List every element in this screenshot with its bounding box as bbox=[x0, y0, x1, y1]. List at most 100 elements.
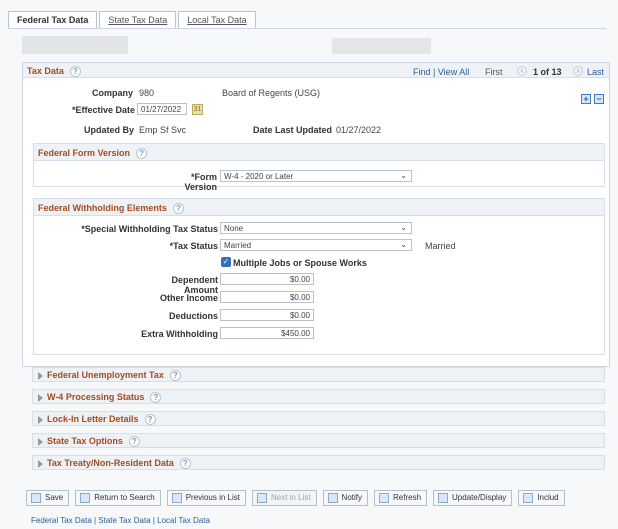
previous-icon bbox=[171, 493, 182, 503]
next-icon bbox=[256, 493, 267, 503]
question-icon[interactable]: ? bbox=[128, 436, 140, 448]
footer-links[interactable]: Federal Tax Data | State Tax Data | Loca… bbox=[31, 516, 210, 525]
other-income-label: Other Income bbox=[159, 293, 218, 303]
chevron-down-icon: ⌄ bbox=[400, 171, 407, 180]
effective-date-input[interactable]: 01/27/2022 bbox=[137, 103, 187, 115]
next-in-list-button[interactable]: Next in List bbox=[251, 490, 317, 506]
special-withholding-value: None bbox=[224, 224, 244, 233]
next-label: Next in List bbox=[270, 493, 311, 502]
save-label: Save bbox=[45, 493, 64, 502]
tax-data-title: Tax Data? bbox=[27, 66, 81, 78]
lock-in-letter-label: Lock-In Letter Details bbox=[47, 414, 139, 424]
include-history-button[interactable]: Includ bbox=[518, 490, 565, 506]
action-toolbar: Save Return to Search Previous in List N… bbox=[26, 490, 571, 506]
include-icon bbox=[523, 493, 534, 503]
check-icon[interactable]: ✓ bbox=[221, 257, 231, 267]
federal-form-version-title: Federal Form Version bbox=[38, 148, 131, 158]
question-icon[interactable]: ? bbox=[150, 392, 162, 404]
state-tax-options-label: State Tax Options bbox=[47, 436, 123, 446]
tab-federal-label: Federal Tax Data bbox=[17, 15, 89, 25]
last-link[interactable]: Last bbox=[587, 67, 604, 77]
notify-button[interactable]: Notify bbox=[322, 490, 368, 506]
tax-data-header: Tax Data? Find | View All First ‹ 1 of 1… bbox=[23, 63, 609, 78]
question-icon[interactable]: ? bbox=[172, 203, 184, 215]
federal-unemployment-tax-section[interactable]: Federal Unemployment Tax? bbox=[32, 367, 605, 382]
tab-local-tax-data[interactable]: Local Tax Data bbox=[178, 11, 256, 29]
other-income-input[interactable]: $0.00 bbox=[220, 291, 314, 303]
deductions-label: Deductions bbox=[168, 311, 218, 321]
tab-local-label: Local Tax Data bbox=[187, 15, 247, 25]
w4-processing-status-section[interactable]: W-4 Processing Status? bbox=[32, 389, 605, 404]
question-icon[interactable]: ? bbox=[144, 414, 156, 426]
update-icon bbox=[438, 493, 449, 503]
state-tax-options-section[interactable]: State Tax Options? bbox=[32, 433, 605, 448]
dependent-amount-input[interactable]: $0.00 bbox=[220, 273, 314, 285]
multiple-jobs-label: Multiple Jobs or Spouse Works bbox=[233, 258, 367, 268]
save-icon bbox=[31, 493, 41, 503]
federal-withholding-section: Federal Withholding Elements? *Special W… bbox=[33, 198, 605, 355]
form-version-label: *Form Version bbox=[184, 172, 217, 192]
extra-withholding-label: Extra Withholding bbox=[141, 329, 218, 339]
redacted-id bbox=[332, 38, 431, 54]
minus-icon[interactable]: − bbox=[594, 94, 604, 104]
notify-icon bbox=[327, 493, 338, 503]
date-last-updated-value: 01/27/2022 bbox=[336, 125, 382, 135]
triangle-right-icon bbox=[38, 438, 43, 446]
question-icon[interactable]: ? bbox=[136, 148, 148, 160]
w4-processing-label: W-4 Processing Status bbox=[47, 392, 145, 402]
tax-status-select[interactable]: Married ⌄ bbox=[220, 239, 412, 251]
tab-federal-tax-data[interactable]: Federal Tax Data bbox=[8, 11, 98, 29]
tab-divider bbox=[8, 28, 606, 29]
return-to-search-button[interactable]: Return to Search bbox=[75, 490, 161, 506]
update-display-button[interactable]: Update/Display bbox=[433, 490, 513, 506]
tax-status-value: Married bbox=[224, 241, 252, 250]
question-icon[interactable]: ? bbox=[179, 458, 191, 470]
first-link[interactable]: First bbox=[485, 67, 503, 77]
special-withholding-label: *Special Withholding Tax Status bbox=[81, 224, 218, 234]
notify-label: Notify bbox=[341, 493, 362, 502]
refresh-icon bbox=[379, 493, 389, 503]
form-version-select[interactable]: W-4 - 2020 or Later ⌄ bbox=[220, 170, 412, 182]
updated-by-value: Emp Sf Svc bbox=[139, 125, 187, 135]
redacted-name bbox=[22, 36, 128, 54]
triangle-right-icon bbox=[38, 460, 43, 468]
tab-state-tax-data[interactable]: State Tax Data bbox=[99, 11, 177, 29]
plus-icon[interactable]: + bbox=[581, 94, 591, 104]
federal-form-version-section: Federal Form Version? *Form Version W-4 … bbox=[33, 143, 605, 192]
tab-state-label: State Tax Data bbox=[108, 15, 168, 25]
dependent-amount-label: Dependent Amount bbox=[171, 275, 218, 295]
record-count: 1 of 13 bbox=[533, 67, 562, 77]
calendar-icon[interactable]: 31 bbox=[192, 104, 203, 115]
company-value: 980 bbox=[139, 88, 155, 98]
question-icon[interactable]: ? bbox=[169, 370, 181, 382]
refresh-button[interactable]: Refresh bbox=[374, 490, 428, 506]
federal-withholding-header: Federal Withholding Elements? bbox=[34, 199, 604, 216]
tax-treaty-section[interactable]: Tax Treaty/Non-Resident Data? bbox=[32, 455, 605, 470]
tax-status-label: *Tax Status bbox=[169, 241, 218, 251]
federal-withholding-title: Federal Withholding Elements bbox=[38, 203, 167, 213]
right-arrow-icon[interactable]: › bbox=[573, 66, 583, 76]
deductions-input[interactable]: $0.00 bbox=[220, 309, 314, 321]
include-label: Includ bbox=[537, 493, 559, 502]
triangle-right-icon bbox=[38, 372, 43, 380]
left-arrow-icon[interactable]: ‹ bbox=[517, 66, 527, 76]
triangle-right-icon bbox=[38, 394, 43, 402]
tax-data-panel: Tax Data? Find | View All First ‹ 1 of 1… bbox=[22, 62, 610, 367]
previous-label: Previous in List bbox=[185, 493, 240, 502]
effective-date-label: *Effective Date bbox=[71, 105, 135, 115]
update-label: Update/Display bbox=[452, 493, 507, 502]
question-icon[interactable]: ? bbox=[69, 66, 81, 78]
extra-withholding-input[interactable]: $450.00 bbox=[220, 327, 314, 339]
return-label: Return to Search bbox=[94, 493, 155, 502]
special-withholding-select[interactable]: None ⌄ bbox=[220, 222, 412, 234]
company-name: Board of Regents (USG) bbox=[222, 88, 321, 98]
tax-status-display: Married bbox=[425, 241, 456, 251]
chevron-down-icon: ⌄ bbox=[400, 223, 407, 232]
triangle-right-icon bbox=[38, 416, 43, 424]
find-view-all[interactable]: Find | View All bbox=[413, 67, 469, 77]
refresh-label: Refresh bbox=[393, 493, 422, 502]
previous-in-list-button[interactable]: Previous in List bbox=[166, 490, 246, 506]
company-label: Company bbox=[91, 88, 133, 98]
lock-in-letter-section[interactable]: Lock-In Letter Details? bbox=[32, 411, 605, 426]
save-button[interactable]: Save bbox=[26, 490, 70, 506]
